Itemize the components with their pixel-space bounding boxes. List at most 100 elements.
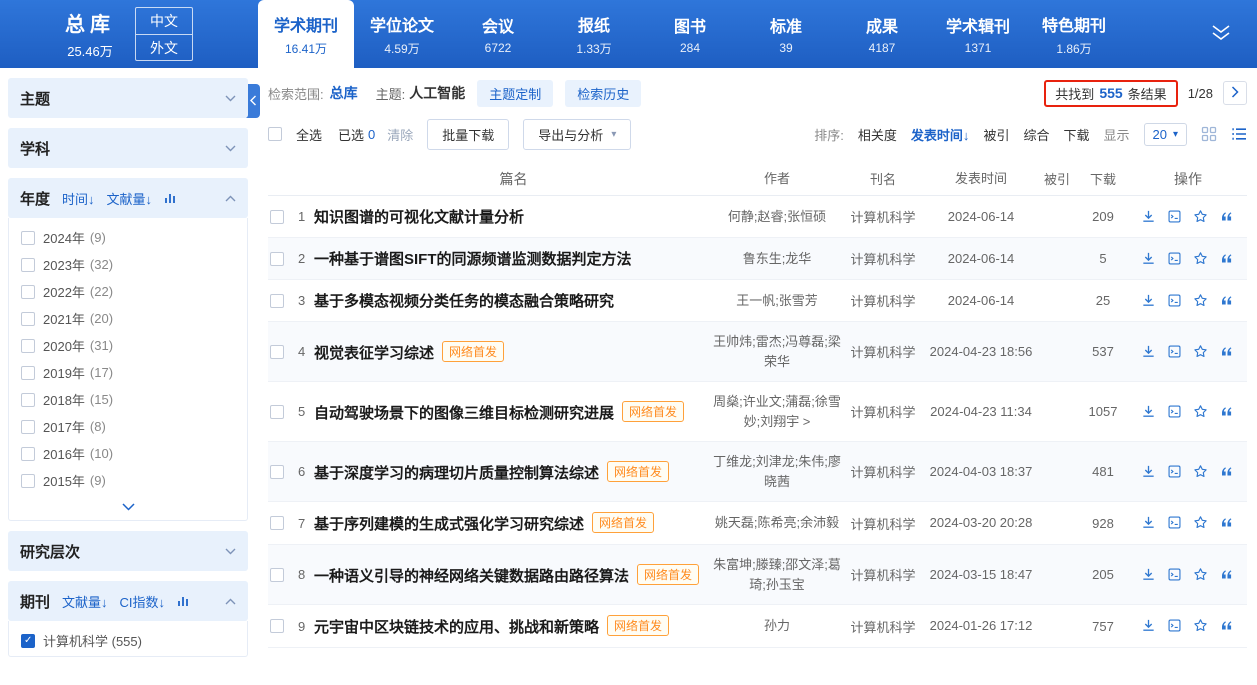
journal-name[interactable]: 计算机科学 bbox=[841, 402, 925, 421]
subject-group-header[interactable]: 学科 bbox=[8, 128, 248, 168]
journal-name[interactable]: 计算机科学 bbox=[841, 249, 925, 268]
sort-option[interactable]: 下载 bbox=[1063, 125, 1089, 144]
download-icon[interactable] bbox=[1141, 404, 1157, 420]
lang-option[interactable]: 外文 bbox=[136, 34, 192, 60]
year-group-header[interactable]: 年度 时间↓ 文献量↓ bbox=[8, 178, 248, 218]
tab-学术辑刊[interactable]: 学术辑刊1371 bbox=[930, 0, 1026, 68]
lang-option[interactable]: 中文 bbox=[136, 8, 192, 34]
row-checkbox[interactable] bbox=[270, 294, 284, 308]
select-all-checkbox[interactable] bbox=[268, 127, 282, 141]
authors[interactable]: 王帅炜;雷杰;冯尊磊;梁荣华 bbox=[713, 332, 841, 371]
year-sort-time-link[interactable]: 时间↓ bbox=[62, 189, 95, 208]
page-size-select[interactable]: 20 ▾ bbox=[1144, 123, 1188, 146]
checkbox[interactable] bbox=[21, 474, 35, 488]
checkbox[interactable] bbox=[21, 258, 35, 272]
checkbox[interactable] bbox=[21, 393, 35, 407]
html-read-icon[interactable] bbox=[1167, 293, 1183, 309]
html-read-icon[interactable] bbox=[1167, 251, 1183, 267]
journal-sort-ci-link[interactable]: CI指数↓ bbox=[120, 592, 166, 611]
article-title-link[interactable]: 基于序列建模的生成式强化学习研究综述 bbox=[314, 516, 584, 533]
tab-成果[interactable]: 成果4187 bbox=[834, 0, 930, 68]
journal-name[interactable]: 计算机科学 bbox=[841, 342, 925, 361]
row-checkbox[interactable] bbox=[270, 619, 284, 633]
bar-chart-icon[interactable] bbox=[164, 192, 176, 204]
authors[interactable]: 鲁东生;龙华 bbox=[713, 249, 841, 269]
article-title-link[interactable]: 一种基于谱图SIFT的同源频谱监测数据判定方法 bbox=[314, 251, 632, 268]
tab-图书[interactable]: 图书284 bbox=[642, 0, 738, 68]
journal-name[interactable]: 计算机科学 bbox=[841, 565, 925, 584]
year-filter-item[interactable]: 2018年(15) bbox=[9, 386, 247, 413]
favorite-icon[interactable] bbox=[1193, 209, 1209, 225]
article-title-link[interactable]: 自动驾驶场景下的图像三维目标检测研究进展 bbox=[314, 405, 614, 422]
cite-icon[interactable] bbox=[1219, 251, 1235, 267]
html-read-icon[interactable] bbox=[1167, 404, 1183, 420]
favorite-icon[interactable] bbox=[1193, 293, 1209, 309]
topic-custom-button[interactable]: 主题定制 bbox=[477, 80, 553, 107]
cite-icon[interactable] bbox=[1219, 209, 1235, 225]
sort-option[interactable]: 综合 bbox=[1023, 125, 1049, 144]
download-icon[interactable] bbox=[1141, 567, 1157, 583]
favorite-icon[interactable] bbox=[1193, 251, 1209, 267]
row-checkbox[interactable] bbox=[270, 252, 284, 266]
journal-name[interactable]: 计算机科学 bbox=[841, 291, 925, 310]
row-checkbox[interactable] bbox=[270, 345, 284, 359]
row-checkbox[interactable] bbox=[270, 210, 284, 224]
sidebar-collapse-button[interactable] bbox=[246, 84, 260, 118]
journal-group-header[interactable]: 期刊 文献量↓ CI指数↓ bbox=[8, 581, 248, 621]
sort-option[interactable]: 发表时间↓ bbox=[911, 125, 970, 144]
year-filter-item[interactable]: 2017年(8) bbox=[9, 413, 247, 440]
export-analyze-button[interactable]: 导出与分析 ▾ bbox=[523, 119, 631, 150]
row-checkbox[interactable] bbox=[270, 568, 284, 582]
journal-name[interactable]: 计算机科学 bbox=[841, 617, 925, 636]
authors[interactable]: 何静;赵睿;张恒硕 bbox=[713, 207, 841, 227]
checkbox[interactable] bbox=[21, 366, 35, 380]
favorite-icon[interactable] bbox=[1193, 618, 1209, 634]
authors[interactable]: 朱富坤;滕臻;邵文泽;葛琦;孙玉宝 bbox=[713, 555, 841, 594]
journal-name[interactable]: 计算机科学 bbox=[841, 514, 925, 533]
tab-学位论文[interactable]: 学位论文4.59万 bbox=[354, 0, 450, 68]
batch-download-button[interactable]: 批量下载 bbox=[427, 119, 509, 150]
authors[interactable]: 周燊;许业文;蒲磊;徐雪妙;刘翔宇 > bbox=[713, 392, 841, 431]
row-checkbox[interactable] bbox=[270, 465, 284, 479]
html-read-icon[interactable] bbox=[1167, 464, 1183, 480]
checkbox[interactable] bbox=[21, 634, 35, 648]
expand-more-button[interactable] bbox=[1185, 0, 1257, 68]
sort-option[interactable]: 相关度 bbox=[858, 125, 897, 144]
html-read-icon[interactable] bbox=[1167, 209, 1183, 225]
article-title-link[interactable]: 视觉表征学习综述 bbox=[314, 345, 434, 362]
year-expand-button[interactable] bbox=[9, 494, 247, 518]
level-group-header[interactable]: 研究层次 bbox=[8, 531, 248, 571]
journal-name[interactable]: 计算机科学 bbox=[841, 462, 925, 481]
tab-会议[interactable]: 会议6722 bbox=[450, 0, 546, 68]
download-icon[interactable] bbox=[1141, 293, 1157, 309]
search-history-button[interactable]: 检索历史 bbox=[565, 80, 641, 107]
html-read-icon[interactable] bbox=[1167, 344, 1183, 360]
bar-chart-icon[interactable] bbox=[177, 595, 189, 607]
year-filter-item[interactable]: 2022年(22) bbox=[9, 278, 247, 305]
next-page-button[interactable] bbox=[1223, 81, 1247, 105]
authors[interactable]: 姚天磊;陈希亮;余沛毅 bbox=[713, 513, 841, 533]
year-filter-item[interactable]: 2024年(9) bbox=[9, 224, 247, 251]
article-title-link[interactable]: 知识图谱的可视化文献计量分析 bbox=[314, 209, 524, 226]
favorite-icon[interactable] bbox=[1193, 464, 1209, 480]
html-read-icon[interactable] bbox=[1167, 618, 1183, 634]
download-icon[interactable] bbox=[1141, 618, 1157, 634]
year-filter-item[interactable]: 2019年(17) bbox=[9, 359, 247, 386]
favorite-icon[interactable] bbox=[1193, 567, 1209, 583]
article-title-link[interactable]: 元宇宙中区块链技术的应用、挑战和新策略 bbox=[314, 619, 599, 636]
row-checkbox[interactable] bbox=[270, 405, 284, 419]
favorite-icon[interactable] bbox=[1193, 404, 1209, 420]
year-filter-item[interactable]: 2021年(20) bbox=[9, 305, 247, 332]
tab-zongku[interactable]: 总库 25.46万 中文外文 bbox=[0, 0, 258, 68]
cite-icon[interactable] bbox=[1219, 293, 1235, 309]
article-title-link[interactable]: 基于深度学习的病理切片质量控制算法综述 bbox=[314, 465, 599, 482]
scope-value-link[interactable]: 总库 bbox=[330, 83, 358, 103]
clear-selection-button[interactable]: 清除 bbox=[387, 125, 413, 144]
authors[interactable]: 丁维龙;刘津龙;朱伟;廖晓茜 bbox=[713, 452, 841, 491]
cite-icon[interactable] bbox=[1219, 618, 1235, 634]
tab-特色期刊[interactable]: 特色期刊1.86万 bbox=[1026, 0, 1122, 68]
sort-option[interactable]: 被引 bbox=[983, 125, 1009, 144]
checkbox[interactable] bbox=[21, 312, 35, 326]
favorite-icon[interactable] bbox=[1193, 515, 1209, 531]
cite-icon[interactable] bbox=[1219, 567, 1235, 583]
